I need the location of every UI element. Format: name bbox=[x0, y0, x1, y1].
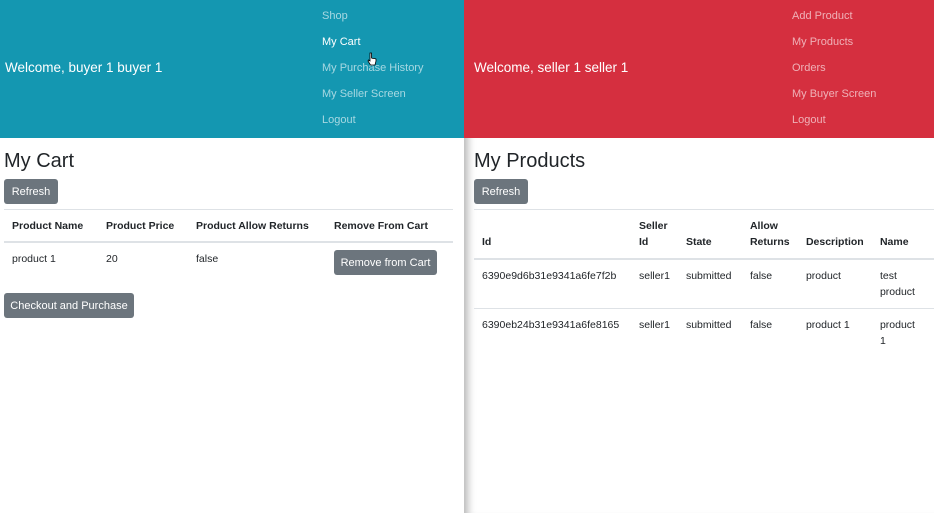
cell-product-name: product 1 bbox=[12, 253, 56, 265]
nav-add-product[interactable]: Add Product bbox=[792, 9, 876, 35]
nav-logout[interactable]: Logout bbox=[792, 113, 876, 139]
cell-state: submitted bbox=[677, 259, 742, 309]
products-table: Id Seller Id State Allow Returns Descrip… bbox=[474, 209, 934, 357]
nav-shop[interactable]: Shop bbox=[322, 9, 423, 35]
col-allow-returns: Allow Returns bbox=[741, 209, 798, 260]
col-id: Id bbox=[474, 209, 631, 260]
nav-logout[interactable]: Logout bbox=[322, 113, 423, 139]
buyer-nav: Shop My Cart My Purchase History My Sell… bbox=[322, 9, 423, 139]
col-seller-id: Seller Id bbox=[631, 209, 678, 260]
seller-welcome-text: Welcome, seller 1 seller 1 bbox=[474, 60, 629, 75]
col-product-allow-returns: Product Allow Returns bbox=[188, 209, 326, 243]
seller-window: Welcome, seller 1 seller 1 Add Product M… bbox=[464, 0, 934, 513]
page-title: My Products bbox=[474, 150, 586, 172]
cell-name: product 1 bbox=[879, 319, 915, 347]
checkout-and-purchase-button[interactable]: Checkout and Purchase bbox=[4, 293, 134, 318]
table-header-row: Product Name Product Price Product Allow… bbox=[4, 209, 453, 243]
table-header-row: Id Seller Id State Allow Returns Descrip… bbox=[474, 209, 934, 260]
nav-my-seller-screen[interactable]: My Seller Screen bbox=[322, 87, 423, 113]
cell-description: product 1 bbox=[805, 319, 850, 331]
cell-allow-returns: false bbox=[196, 253, 219, 265]
col-remove-from-cart: Remove From Cart bbox=[326, 209, 453, 243]
refresh-button[interactable]: Refresh bbox=[474, 179, 528, 204]
cell-overflow bbox=[927, 259, 934, 309]
mouse-cursor-icon bbox=[367, 52, 377, 66]
cell-allow-returns: false bbox=[741, 259, 798, 309]
buyer-welcome-text: Welcome, buyer 1 buyer 1 bbox=[5, 60, 163, 75]
cell-overflow bbox=[928, 309, 934, 358]
table-row: 6390eb24b31e9341a6fe8165 seller1 submitt… bbox=[474, 309, 934, 358]
page-title: My Cart bbox=[4, 150, 74, 172]
cell-id: 6390eb24b31e9341a6fe8165 bbox=[482, 319, 620, 331]
col-product-price: Product Price bbox=[98, 209, 188, 243]
buyer-window: Welcome, buyer 1 buyer 1 Shop My Cart My… bbox=[0, 0, 464, 513]
seller-nav: Add Product My Products Orders My Buyer … bbox=[792, 9, 876, 139]
nav-my-products[interactable]: My Products bbox=[792, 35, 876, 61]
col-name: Name bbox=[871, 209, 928, 260]
nav-orders[interactable]: Orders bbox=[792, 61, 876, 87]
remove-from-cart-button[interactable]: Remove from Cart bbox=[334, 250, 437, 275]
cell-state: submitted bbox=[685, 319, 732, 331]
cell-allow-returns: false bbox=[749, 319, 773, 331]
cell-name: test product bbox=[871, 259, 928, 309]
col-overflow bbox=[927, 209, 934, 260]
nav-my-buyer-screen[interactable]: My Buyer Screen bbox=[792, 87, 876, 113]
table-row: 6390e9d6b31e9341a6fe7f2b seller1 submitt… bbox=[474, 259, 934, 309]
cell-id: 6390e9d6b31e9341a6fe7f2b bbox=[474, 259, 631, 309]
buyer-header: Welcome, buyer 1 buyer 1 Shop My Cart My… bbox=[0, 0, 464, 138]
seller-header: Welcome, seller 1 seller 1 Add Product M… bbox=[464, 0, 934, 138]
col-description: Description bbox=[797, 209, 872, 260]
cell-seller-id: seller1 bbox=[639, 319, 670, 331]
cell-description: product bbox=[797, 259, 872, 309]
col-state: State bbox=[677, 209, 742, 260]
col-product-name: Product Name bbox=[4, 209, 98, 243]
refresh-button[interactable]: Refresh bbox=[4, 179, 58, 204]
cell-seller-id: seller1 bbox=[631, 259, 678, 309]
cell-product-price: 20 bbox=[106, 253, 118, 265]
